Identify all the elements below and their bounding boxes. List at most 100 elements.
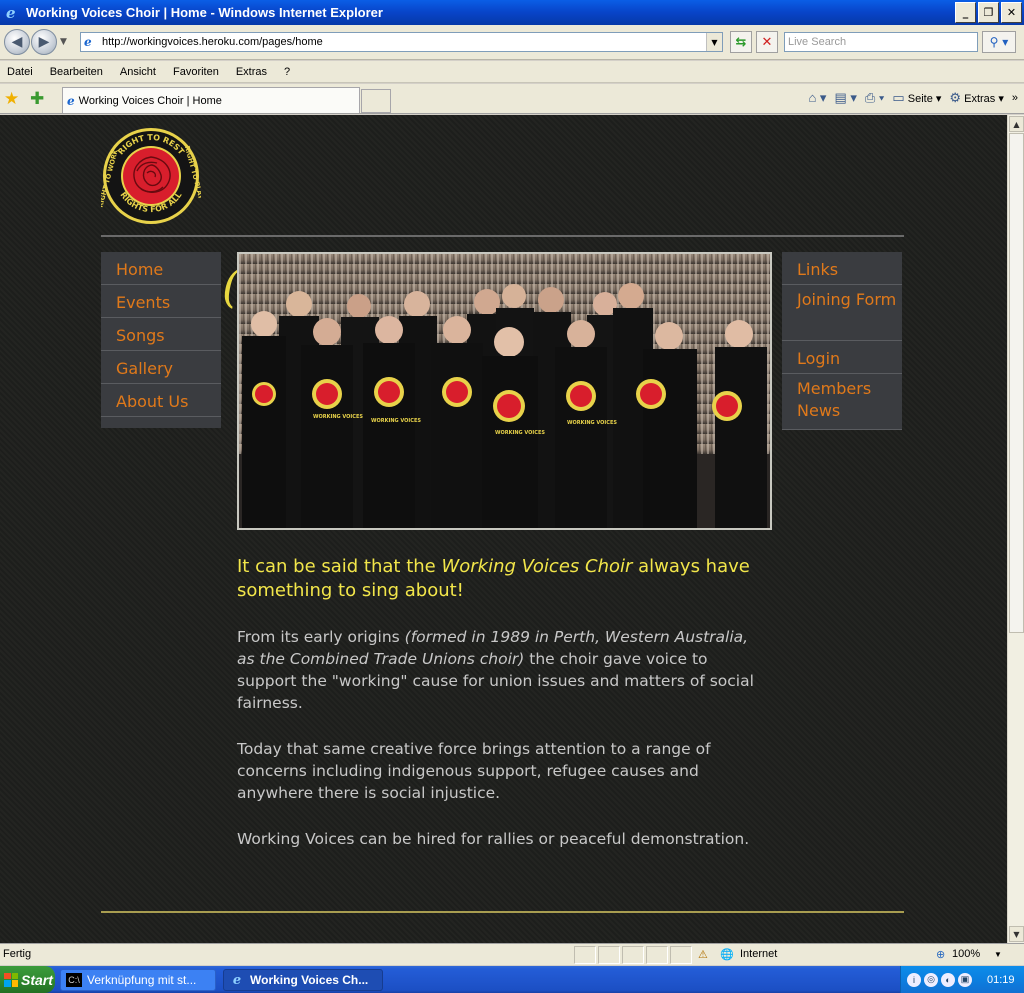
intro-choir-name: Working Voices Choir	[441, 556, 633, 577]
home-icon[interactable]: ⌂ ▾	[808, 90, 826, 106]
tools-menu-label: Extras	[964, 93, 996, 105]
web-page: RIGHT TO REST RIGHTS FOR ALL RIGHT TO WO…	[0, 115, 1007, 943]
protected-mode-icon[interactable]: ⚠	[698, 948, 708, 961]
taskbar-item-ie[interactable]: e Working Voices Ch...	[223, 969, 383, 991]
search-button[interactable]: ⚲ ▾	[982, 31, 1016, 53]
page-menu-button[interactable]: ▭ Seite ▾	[892, 90, 941, 106]
menu-item-help[interactable]: ?	[284, 66, 290, 78]
address-bar[interactable]: e http://workingvoices.heroku.com/pages/…	[80, 32, 723, 52]
scroll-down-icon[interactable]: ▼	[1009, 926, 1024, 942]
menu-item-ansicht[interactable]: Ansicht	[120, 66, 156, 78]
zoom-dropdown-icon[interactable]: ▼	[994, 950, 1002, 959]
shirt-text: WORKING VOICES	[567, 420, 617, 426]
shirt-text: WORKING VOICES	[371, 418, 421, 424]
back-arrow-icon: ◀	[11, 34, 23, 50]
shirt-text: WORKING VOICES	[313, 414, 363, 420]
footer-divider	[101, 911, 904, 913]
security-tray-icon[interactable]: ◐	[941, 972, 955, 987]
zoom-icon: ⊕	[936, 949, 946, 961]
clock[interactable]: 01:19	[987, 974, 1015, 986]
choir-photo: WORKING VOICES WORKING VOICES WORKING VO…	[237, 252, 772, 530]
causes-paragraph: Today that same creative force brings at…	[237, 740, 711, 802]
window-title-bar[interactable]: e Working Voices Choir | Home - Windows …	[0, 0, 1024, 25]
nav-home[interactable]: Home	[101, 252, 221, 285]
right-navigation: Links Joining Form Login Members News	[782, 252, 902, 430]
scroll-up-icon[interactable]: ▲	[1009, 116, 1024, 132]
nav-gallery[interactable]: Gallery	[101, 351, 221, 384]
add-favorite-icon[interactable]: ✚	[30, 89, 44, 109]
zone-label: Internet	[740, 948, 778, 960]
status-text: Fertig	[3, 948, 32, 960]
vertical-scrollbar[interactable]: ▲ ▼	[1007, 115, 1024, 943]
tab-label: Working Voices Choir | Home	[78, 94, 222, 107]
status-cell	[598, 946, 620, 964]
display-tray-icon[interactable]: ▣	[958, 972, 972, 987]
status-cell	[622, 946, 644, 964]
nav-songs[interactable]: Songs	[101, 318, 221, 351]
hire-paragraph: Working Voices can be hired for rallies …	[237, 830, 750, 848]
feeds-icon[interactable]: ▤ ▾	[834, 90, 856, 106]
history-paragraph: From its early origins (formed in 1989 i…	[237, 626, 757, 714]
nav-login[interactable]: Login	[782, 341, 902, 374]
start-label: Start	[21, 971, 53, 988]
address-url[interactable]: http://workingvoices.heroku.com/pages/ho…	[102, 36, 706, 48]
tab-bar: ★ ✚ e Working Voices Choir | Home ⌂ ▾ ▤ …	[0, 84, 1024, 114]
page-favicon-icon: e	[84, 35, 92, 49]
more-commands-icon[interactable]: »	[1012, 92, 1018, 104]
forward-button[interactable]: ▶	[31, 29, 57, 55]
left-navigation: Home Events Songs Gallery About Us	[101, 252, 221, 428]
print-icon[interactable]: ⎙ ▾	[865, 90, 884, 106]
command-bar: ⌂ ▾ ▤ ▾ ⎙ ▾ ▭ Seite ▾ ⚙ Extras ▾ »	[808, 90, 1018, 106]
shirt-text: WORKING VOICES	[495, 430, 545, 436]
site-logo[interactable]: RIGHT TO REST RIGHTS FOR ALL RIGHT TO WO…	[101, 127, 201, 225]
nav-events[interactable]: Events	[101, 285, 221, 318]
close-button[interactable]: ✕	[1001, 2, 1022, 23]
tools-menu-button[interactable]: ⚙ Extras ▾	[949, 90, 1003, 106]
new-tab-button[interactable]	[361, 89, 391, 113]
console-icon: C:\	[66, 973, 82, 987]
menu-item-datei[interactable]: Datei	[7, 66, 33, 78]
windows-flag-icon	[4, 972, 18, 987]
menu-item-favoriten[interactable]: Favoriten	[173, 66, 219, 78]
zoom-level[interactable]: 100%	[952, 948, 980, 960]
nav-links[interactable]: Links	[782, 252, 902, 285]
system-tray: i ◎ ◐ ▣ 01:19	[900, 966, 1024, 993]
scroll-thumb[interactable]	[1009, 133, 1024, 633]
status-cell	[646, 946, 668, 964]
taskbar-item-label: Verknüpfung mit st...	[87, 973, 197, 987]
page-menu-label: Seite	[907, 93, 933, 105]
taskbar-item-label: Working Voices Ch...	[250, 973, 369, 987]
maximize-button[interactable]: ❐	[978, 2, 999, 23]
menu-item-extras[interactable]: Extras	[236, 66, 267, 78]
search-input[interactable]: Live Search	[784, 32, 978, 52]
nav-members-news[interactable]: Members News	[782, 374, 902, 430]
start-button[interactable]: Start	[0, 966, 55, 993]
refresh-button[interactable]: ⇆	[730, 31, 752, 53]
gear-icon: ⚙	[949, 90, 962, 105]
info-tray-icon[interactable]: i	[907, 972, 921, 987]
tab-favicon-icon: e	[67, 93, 75, 108]
menu-bar: Datei Bearbeiten Ansicht Favoriten Extra…	[0, 61, 1024, 83]
nav-about-us[interactable]: About Us	[101, 384, 221, 417]
forward-arrow-icon: ▶	[38, 34, 50, 50]
minimize-button[interactable]: _	[955, 2, 976, 23]
taskbar-item-shortcut[interactable]: C:\ Verknüpfung mit st...	[60, 969, 216, 991]
address-toolbar: ◀ ▶ ▼ e http://workingvoices.heroku.com/…	[0, 25, 1024, 60]
search-icon: ⚲ ▾	[989, 35, 1009, 49]
ie-taskbar-icon: e	[232, 972, 242, 988]
nav-joining-form[interactable]: Joining Form	[782, 285, 902, 341]
header-divider	[101, 235, 904, 237]
back-button[interactable]: ◀	[4, 29, 30, 55]
taskbar: Start C:\ Verknüpfung mit st... e Workin…	[0, 966, 1024, 993]
menu-item-bearbeiten[interactable]: Bearbeiten	[50, 66, 103, 78]
favorites-star-icon[interactable]: ★	[4, 89, 19, 109]
stop-icon: ✕	[761, 34, 773, 50]
stop-button[interactable]: ✕	[756, 31, 778, 53]
history-dropdown-icon[interactable]: ▼	[60, 37, 67, 47]
window-title: Working Voices Choir | Home - Windows In…	[26, 5, 383, 20]
page-icon: ▭	[892, 90, 905, 105]
tab-working-voices[interactable]: e Working Voices Choir | Home	[62, 87, 360, 113]
network-tray-icon[interactable]: ◎	[924, 972, 938, 987]
address-dropdown-icon[interactable]: ▼	[706, 33, 722, 51]
paragraph-text: From its early origins	[237, 628, 405, 646]
